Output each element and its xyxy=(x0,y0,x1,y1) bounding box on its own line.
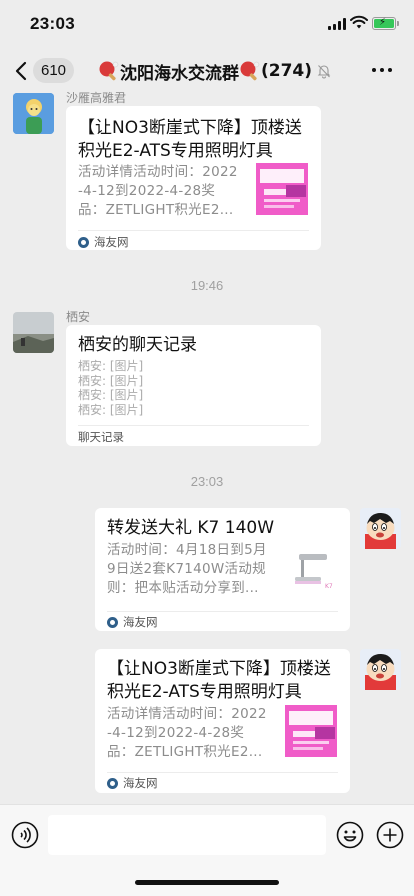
home-indicator xyxy=(135,880,279,885)
card-description: -4-12到2022-4-28奖 xyxy=(107,725,245,741)
card-divider xyxy=(78,230,309,231)
emoji-icon[interactable] xyxy=(336,821,364,849)
wifi-icon xyxy=(350,15,368,29)
unread-count-badge[interactable]: 610 xyxy=(33,58,75,83)
voice-icon[interactable] xyxy=(11,821,39,849)
card-footer: 聊天记录 xyxy=(78,430,124,444)
card-description: 则：把本贴活动分享到... xyxy=(107,580,259,596)
card-description: 活动详情活动时间：2022 xyxy=(78,164,238,180)
card-source-label: 海友网 xyxy=(123,776,158,790)
nav-bar: 610 沈阳海水交流群 (274) xyxy=(0,48,414,94)
card-description: 品：ZETLIGHT积光E2... xyxy=(107,744,263,760)
card-thumbnail: K7 xyxy=(287,544,339,596)
card-description: 活动时间：4月18日到5月 xyxy=(107,542,267,558)
plus-icon[interactable] xyxy=(376,821,404,849)
avatar[interactable] xyxy=(13,312,54,353)
sender-name: 沙雁高雅君 xyxy=(66,91,127,105)
timestamp: 19:46 xyxy=(190,278,224,293)
card-source-label: 海友网 xyxy=(123,615,158,629)
card-source: 海友网 xyxy=(107,612,158,632)
avatar[interactable] xyxy=(13,93,54,134)
card-title: 【让NO3断崖式下降】顶楼送 xyxy=(107,659,331,679)
battery-icon: ⚡ xyxy=(372,17,399,30)
record-line: 栖安: [图片] xyxy=(78,402,144,417)
member-count: (274) xyxy=(261,61,313,81)
mute-bell-icon xyxy=(317,65,331,79)
card-title: 转发送大礼 K7 140W xyxy=(107,518,275,538)
card-description: 活动详情活动时间：2022 xyxy=(107,706,267,722)
card-title: 【让NO3断崖式下降】顶楼送 xyxy=(78,118,302,138)
card-source: 海友网 xyxy=(78,232,129,252)
chat-title[interactable]: 沈阳海水交流群 (274) xyxy=(98,57,332,85)
chat-title-text: 沈阳海水交流群 xyxy=(120,63,239,84)
card-description: 9日送2套K7140W活动规 xyxy=(107,561,266,577)
more-dots-icon[interactable] xyxy=(372,68,392,72)
card-title: 积光E2-ATS专用照明灯具 xyxy=(78,141,273,161)
status-time: 23:03 xyxy=(30,14,75,33)
card-source: 海友网 xyxy=(107,773,158,793)
record-line: 栖安: [图片] xyxy=(78,359,144,373)
card-thumbnail xyxy=(256,163,308,215)
link-card[interactable]: 转发送大礼 K7 140W 活动时间：4月18日到5月 9日送2套K7140W活… xyxy=(95,508,350,631)
source-logo-icon xyxy=(78,236,89,248)
chevron-left-icon[interactable] xyxy=(12,60,32,82)
ping-pong-paddle-icon xyxy=(99,61,119,81)
card-description: -4-12到2022-4-28奖 xyxy=(78,183,216,199)
source-logo-icon xyxy=(107,777,118,789)
chat-record-card[interactable]: 栖安的聊天记录 栖安: [图片] 栖安: [图片] 栖安: [图片] 栖安: [… xyxy=(66,325,321,446)
card-title: 栖安的聊天记录 xyxy=(78,335,197,355)
source-logo-icon xyxy=(107,616,118,628)
avatar[interactable] xyxy=(360,649,401,690)
sender-name: 栖安 xyxy=(66,310,91,324)
svg-text:K7: K7 xyxy=(325,583,333,590)
timestamp: 23:03 xyxy=(190,474,224,489)
card-source-label: 海友网 xyxy=(94,235,129,249)
cellular-signal-icon xyxy=(328,18,346,30)
link-card[interactable]: 【让NO3断崖式下降】顶楼送 积光E2-ATS专用照明灯具 活动详情活动时间：2… xyxy=(66,106,321,250)
card-thumbnail xyxy=(285,705,337,757)
record-line: 栖安: [图片] xyxy=(78,388,144,402)
message-input[interactable] xyxy=(48,815,326,855)
card-divider xyxy=(78,425,309,426)
ping-pong-paddle-icon xyxy=(240,61,260,81)
record-line: 栖安: [图片] xyxy=(78,373,144,388)
avatar[interactable] xyxy=(360,508,401,549)
card-description: 品：ZETLIGHT积光E2... xyxy=(78,202,234,218)
link-card[interactable]: 【让NO3断崖式下降】顶楼送 积光E2-ATS专用照明灯具 活动详情活动时间：2… xyxy=(95,649,350,793)
card-title: 积光E2-ATS专用照明灯具 xyxy=(107,682,302,702)
status-bar: 23:03 ⚡ xyxy=(0,0,414,48)
